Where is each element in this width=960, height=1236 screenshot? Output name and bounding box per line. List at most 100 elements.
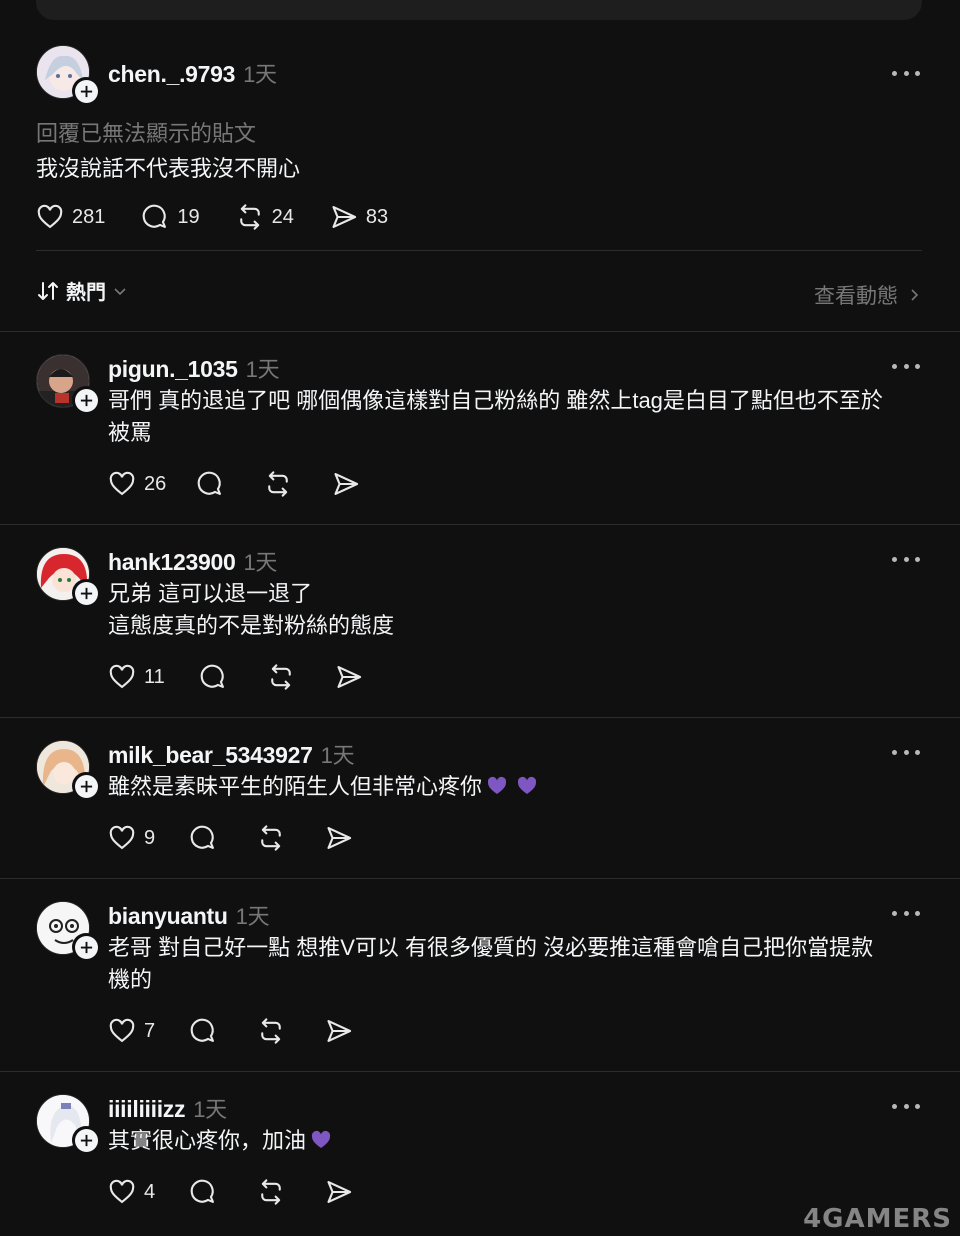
repost-button[interactable] xyxy=(264,470,298,498)
repost-button[interactable] xyxy=(257,824,291,852)
like-count: 7 xyxy=(144,1019,156,1042)
reply-text-line: 雖然是素昧平生的陌生人但非常心疼你 xyxy=(108,771,904,803)
username[interactable]: bianyuantu xyxy=(108,903,228,929)
comment-button[interactable] xyxy=(196,470,230,498)
avatar-container[interactable] xyxy=(36,354,100,414)
reply-time: 1天 xyxy=(245,357,280,382)
more-options-button[interactable] xyxy=(892,742,920,762)
sort-dropdown[interactable]: 熱門 xyxy=(36,276,134,305)
follow-button[interactable] xyxy=(72,579,100,607)
share-button[interactable] xyxy=(325,824,359,852)
share-button[interactable] xyxy=(325,1178,359,1206)
follow-button[interactable] xyxy=(72,386,100,414)
avatar-container[interactable] xyxy=(36,45,100,105)
sort-icon xyxy=(38,281,58,300)
reply-text-content: 雖然是素昧平生的陌生人但非常心疼你 xyxy=(108,774,483,799)
repost-button[interactable] xyxy=(267,663,301,691)
reply-actions: 4 xyxy=(108,1178,389,1206)
username[interactable]: hank123900 xyxy=(108,549,236,575)
reply-text-content: 其實很心疼你，加油 xyxy=(108,1128,307,1153)
reply-text: 哥們 真的退追了吧 哪個偶像這樣對自己粉絲的 雖然上tag是白目了點但也不至於 … xyxy=(108,385,904,449)
like-button[interactable]: 7 xyxy=(108,1017,155,1045)
like-button[interactable]: 4 xyxy=(108,1178,155,1206)
like-count: 4 xyxy=(144,1180,156,1203)
username[interactable]: iiiiliiiizz xyxy=(108,1096,186,1122)
post-time: 1天 xyxy=(243,62,277,87)
heart-icon xyxy=(109,1179,135,1204)
reply-author[interactable]: pigun._1035 1天 xyxy=(108,352,280,384)
purple-heart-emoji xyxy=(487,776,507,794)
post-author[interactable]: chen._.9793 1天 xyxy=(108,57,277,89)
reply-author[interactable]: milk_bear_5343927 1天 xyxy=(108,738,355,770)
like-button[interactable]: 11 xyxy=(108,663,165,691)
plus-icon xyxy=(80,780,92,792)
repost-icon xyxy=(268,471,289,497)
watermark-logo: 4GAMERS xyxy=(803,1204,952,1234)
reply-author[interactable]: hank123900 1天 xyxy=(108,545,277,577)
avatar-container[interactable] xyxy=(36,1094,100,1154)
follow-button[interactable] xyxy=(72,1126,100,1154)
like-count: 26 xyxy=(144,472,167,495)
post-actions: 281 19 24 83 xyxy=(36,203,418,231)
reply-text-line: 老哥 對自己好一點 想推V可以 有很多優質的 沒必要推這種會嗆自己把你當提款 xyxy=(108,935,874,960)
reply-item: bianyuantu 1天 老哥 對自己好一點 想推V可以 有很多優質的 沒必要推… xyxy=(0,879,960,1071)
comment-button[interactable] xyxy=(199,663,233,691)
reply-time: 1天 xyxy=(235,904,270,929)
comment-icon xyxy=(143,204,167,228)
reply-text-line: 這態度真的不是對粉絲的態度 xyxy=(108,613,395,638)
share-button[interactable]: 83 xyxy=(330,203,388,231)
avatar-container[interactable] xyxy=(36,547,100,607)
avatar-container[interactable] xyxy=(36,740,100,800)
reply-author[interactable]: iiiiliiiizz 1天 xyxy=(108,1092,227,1124)
repost-button[interactable] xyxy=(257,1178,291,1206)
like-button[interactable]: 26 xyxy=(108,470,166,498)
follow-button[interactable] xyxy=(72,933,100,961)
reply-item: milk_bear_5343927 1天 雖然是素昧平生的陌生人但非常心疼你 9 xyxy=(0,718,960,878)
like-button[interactable]: 281 xyxy=(36,203,105,231)
heart-icon xyxy=(109,1018,135,1043)
plus-icon xyxy=(80,1134,92,1146)
reply-time: 1天 xyxy=(243,550,278,575)
more-options-button[interactable] xyxy=(892,549,920,569)
share-button[interactable] xyxy=(325,1017,359,1045)
plus-icon xyxy=(80,587,92,599)
follow-button[interactable] xyxy=(72,77,100,105)
like-button[interactable]: 9 xyxy=(108,824,155,852)
threads-page: chen._.9793 1天 回覆已無法顯示的貼文 我沒說話不代表我沒不開心 28… xyxy=(0,0,960,1236)
reply-author[interactable]: bianyuantu 1天 xyxy=(108,899,270,931)
repost-icon xyxy=(270,664,291,690)
comment-button[interactable]: 19 xyxy=(141,203,200,231)
reply-text-line: 機的 xyxy=(108,967,153,992)
username[interactable]: milk_bear_5343927 xyxy=(108,742,313,768)
reply-time: 1天 xyxy=(320,743,355,768)
reply-item: hank123900 1天 兄弟 這可以退一退了 這態度真的不是對粉絲的態度 11 xyxy=(0,525,960,717)
reply-text-line: 兄弟 這可以退一退了 xyxy=(108,581,313,606)
more-options-button[interactable] xyxy=(892,356,920,376)
username[interactable]: pigun._1035 xyxy=(108,356,238,382)
more-icon xyxy=(892,363,897,369)
more-options-button[interactable] xyxy=(892,1096,920,1116)
reply-text-line: 哥們 真的退追了吧 哪個偶像這樣對自己粉絲的 雖然上tag是白目了點但也不至於 xyxy=(108,388,883,413)
composer-bar[interactable] xyxy=(36,0,922,20)
view-activity-link[interactable]: 查看動態 xyxy=(814,280,922,310)
repost-button[interactable] xyxy=(257,1017,291,1045)
comment-button[interactable] xyxy=(189,1178,223,1206)
follow-button[interactable] xyxy=(72,772,100,800)
heart-icon xyxy=(109,664,135,689)
share-button[interactable] xyxy=(332,470,366,498)
reply-text-line: 其實很心疼你，加油 xyxy=(108,1125,904,1157)
comment-button[interactable] xyxy=(189,824,223,852)
reply-text: 兄弟 這可以退一退了 這態度真的不是對粉絲的態度 xyxy=(108,578,904,642)
more-options-button[interactable] xyxy=(892,903,920,923)
more-options-button[interactable] xyxy=(892,63,920,83)
reply-notice[interactable]: 回覆已無法顯示的貼文 xyxy=(36,116,256,148)
reply-item: pigun._1035 1天 哥們 真的退追了吧 哪個偶像這樣對自己粉絲的 雖然上… xyxy=(0,332,960,524)
share-icon xyxy=(337,666,361,688)
share-button[interactable] xyxy=(335,663,369,691)
comment-button[interactable] xyxy=(189,1017,223,1045)
username[interactable]: chen._.9793 xyxy=(108,61,235,87)
repost-icon xyxy=(261,1179,281,1205)
repost-button[interactable]: 24 xyxy=(236,203,294,231)
avatar-container[interactable] xyxy=(36,901,100,961)
reply-text: 其實很心疼你，加油 xyxy=(108,1125,904,1157)
